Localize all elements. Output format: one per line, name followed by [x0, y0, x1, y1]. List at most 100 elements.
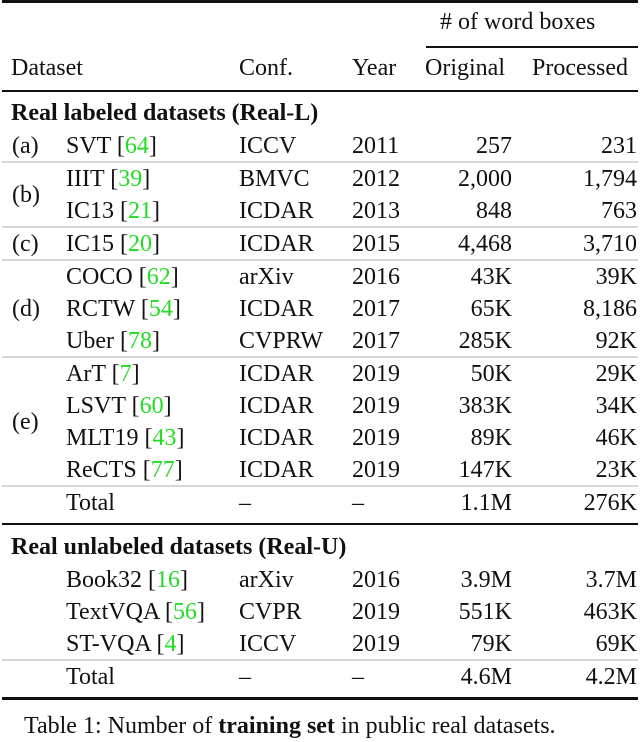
table-row: ST-VQA [4] ICCV 2019 79K 69K	[0, 628, 640, 660]
ref-open-bracket: [	[114, 198, 128, 224]
table-row: TextVQA [56] CVPR 2019 551K 463K	[0, 596, 640, 628]
ref-close-bracket: ]	[176, 631, 185, 657]
original-count-cell: 2,000	[458, 166, 512, 192]
ref-open-bracket: [	[132, 264, 147, 290]
dataset-name: COCO	[66, 264, 133, 290]
caption-suffix: in public real datasets.	[334, 713, 556, 739]
dataset-name: MLT19	[66, 425, 139, 451]
section-title: Real labeled datasets (Real-L)	[11, 100, 319, 126]
total-row: Total – – 4.6M 4.2M	[0, 661, 640, 693]
ref-open-bracket: [	[134, 296, 149, 322]
table-row: Uber [78] CVPRW 2017 285K 92K	[0, 325, 640, 357]
header-conf: Conf.	[239, 55, 293, 81]
processed-count-cell: 231	[601, 133, 637, 159]
citation-link[interactable]: 39	[118, 166, 142, 192]
ref-close-bracket: ]	[151, 328, 160, 354]
header-word-boxes: # of word boxes	[440, 9, 596, 35]
ref-open-bracket: [	[113, 328, 128, 354]
citation-link[interactable]: 64	[125, 133, 149, 159]
original-count-cell: 848	[476, 198, 512, 224]
header-processed: Processed	[532, 55, 628, 81]
conf-cell: ICCV	[239, 133, 297, 159]
citation-link[interactable]: 62	[147, 264, 171, 290]
dataset-name-cell: SVT [64]	[66, 130, 157, 162]
caption-prefix: Table 1: Number of	[24, 713, 219, 739]
dataset-name-cell: ArT [7]	[66, 358, 140, 390]
dataset-name: IC13	[66, 198, 114, 224]
group-label: (e)	[12, 409, 39, 435]
year-cell: 2017	[352, 328, 400, 354]
citation-link[interactable]: 54	[149, 296, 173, 322]
table-caption: Table 1: Number of training set in publi…	[24, 710, 556, 742]
dataset-name: TextVQA	[66, 599, 159, 625]
original-count-cell: 4,468	[458, 231, 512, 257]
conf-cell: ICCV	[239, 631, 297, 657]
processed-count-cell: 92K	[595, 328, 637, 354]
ref-open-bracket: [	[138, 425, 153, 451]
citation-link[interactable]: 20	[128, 231, 152, 257]
ref-open-bracket: [	[105, 361, 120, 387]
processed-count-cell: 463K	[583, 599, 637, 625]
year-cell: 2019	[352, 361, 400, 387]
conf-cell: CVPRW	[239, 328, 324, 354]
ref-open-bracket: [	[104, 166, 119, 192]
conf-cell: ICDAR	[239, 361, 314, 387]
dataset-name: Uber	[66, 328, 114, 354]
year-cell: 2019	[352, 631, 400, 657]
original-count-cell: 383K	[458, 393, 512, 419]
table-row: ArT [7] ICDAR 2019 50K 29K	[0, 358, 640, 390]
ref-close-bracket: ]	[163, 393, 172, 419]
citation-link[interactable]: 16	[156, 567, 180, 593]
ref-close-bracket: ]	[152, 198, 160, 224]
citation-link[interactable]: 60	[140, 393, 164, 419]
table-row: IC13 [21] ICDAR 2013 848 763	[0, 195, 640, 227]
ref-open-bracket: [	[136, 457, 151, 483]
processed-count-cell: 3.7M	[585, 567, 637, 593]
citation-link[interactable]: 77	[151, 457, 175, 483]
ref-open-bracket: [	[150, 631, 165, 657]
total-original: 1.1M	[460, 490, 512, 516]
header-year: Year	[352, 55, 397, 81]
dataset-name: SVT	[66, 133, 111, 159]
header-row: Dataset Conf. Year Original Processed	[0, 52, 640, 84]
citation-link[interactable]: 43	[152, 425, 176, 451]
conf-cell: ICDAR	[239, 425, 314, 451]
conf-cell: ICDAR	[239, 231, 314, 257]
year-cell: 2019	[352, 599, 400, 625]
processed-count-cell: 1,794	[583, 166, 637, 192]
table-row: RCTW [54] ICDAR 2017 65K 8,186	[0, 293, 640, 325]
processed-count-cell: 39K	[595, 264, 637, 290]
original-count-cell: 257	[476, 133, 512, 159]
citation-link[interactable]: 4	[164, 631, 176, 657]
dataset-name-cell: IC13 [21]	[66, 195, 160, 227]
year-cell: 2019	[352, 393, 400, 419]
citation-link[interactable]: 78	[128, 328, 152, 354]
table-row: LSVT [60] ICDAR 2019 383K 34K	[0, 390, 640, 422]
dataset-name: ST-VQA	[66, 631, 151, 657]
year-cell: 2012	[352, 166, 400, 192]
processed-count-cell: 29K	[595, 361, 637, 387]
conf-cell: ICDAR	[239, 198, 314, 224]
year-cell: 2016	[352, 264, 400, 290]
section-title: Real unlabeled datasets (Real-U)	[11, 534, 347, 560]
original-count-cell: 3.9M	[460, 567, 512, 593]
ref-close-bracket: ]	[152, 231, 160, 257]
citation-link[interactable]: 7	[120, 361, 132, 387]
total-year: –	[352, 664, 364, 690]
ref-open-bracket: [	[158, 599, 173, 625]
processed-count-cell: 23K	[595, 457, 637, 483]
table-row: MLT19 [43] ICDAR 2019 89K 46K	[0, 422, 640, 454]
total-year: –	[352, 490, 364, 516]
citation-link[interactable]: 21	[128, 198, 152, 224]
dataset-name-cell: IC15 [20]	[66, 228, 160, 260]
processed-count-cell: 8,186	[583, 296, 637, 322]
ref-close-bracket: ]	[131, 361, 140, 387]
dataset-name-cell: TextVQA [56]	[66, 596, 205, 628]
table-row: SVT [64] ICCV 2011 257 231	[0, 130, 640, 162]
original-count-cell: 147K	[458, 457, 512, 483]
year-cell: 2019	[352, 425, 400, 451]
dataset-name: IIIT	[66, 166, 105, 192]
header-original: Original	[425, 55, 505, 81]
citation-link[interactable]: 56	[173, 599, 197, 625]
header-span-row: # of word boxes	[0, 6, 640, 38]
